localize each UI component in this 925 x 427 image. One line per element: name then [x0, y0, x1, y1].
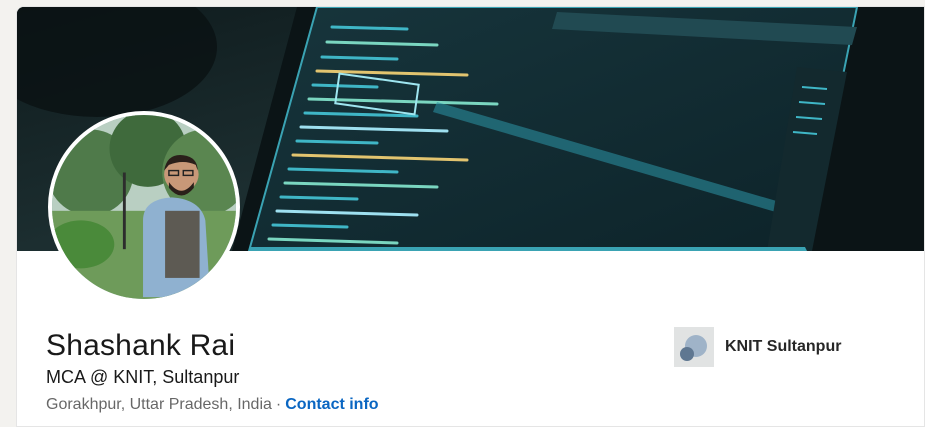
school-logo-icon: [674, 327, 714, 367]
contact-info-link[interactable]: Contact info: [285, 396, 378, 413]
profile-headline: MCA @ KNIT, Sultanpur: [46, 367, 240, 387]
profile-location: Gorakhpur, Uttar Pradesh, India: [46, 396, 272, 413]
separator-dot: ·: [275, 396, 282, 413]
profile-avatar[interactable]: [48, 111, 240, 303]
school-name: KNIT Sultanpur: [725, 338, 842, 355]
profile-name: Shashank Rai: [46, 329, 236, 362]
profile-card: Shashank Rai MCA @ KNIT, Sultanpur Gorak…: [16, 6, 925, 427]
location-line: Gorakhpur, Uttar Pradesh, India · Contact …: [46, 396, 379, 414]
profile-photo: [52, 115, 236, 299]
education-item[interactable]: KNIT Sultanpur: [674, 327, 841, 367]
